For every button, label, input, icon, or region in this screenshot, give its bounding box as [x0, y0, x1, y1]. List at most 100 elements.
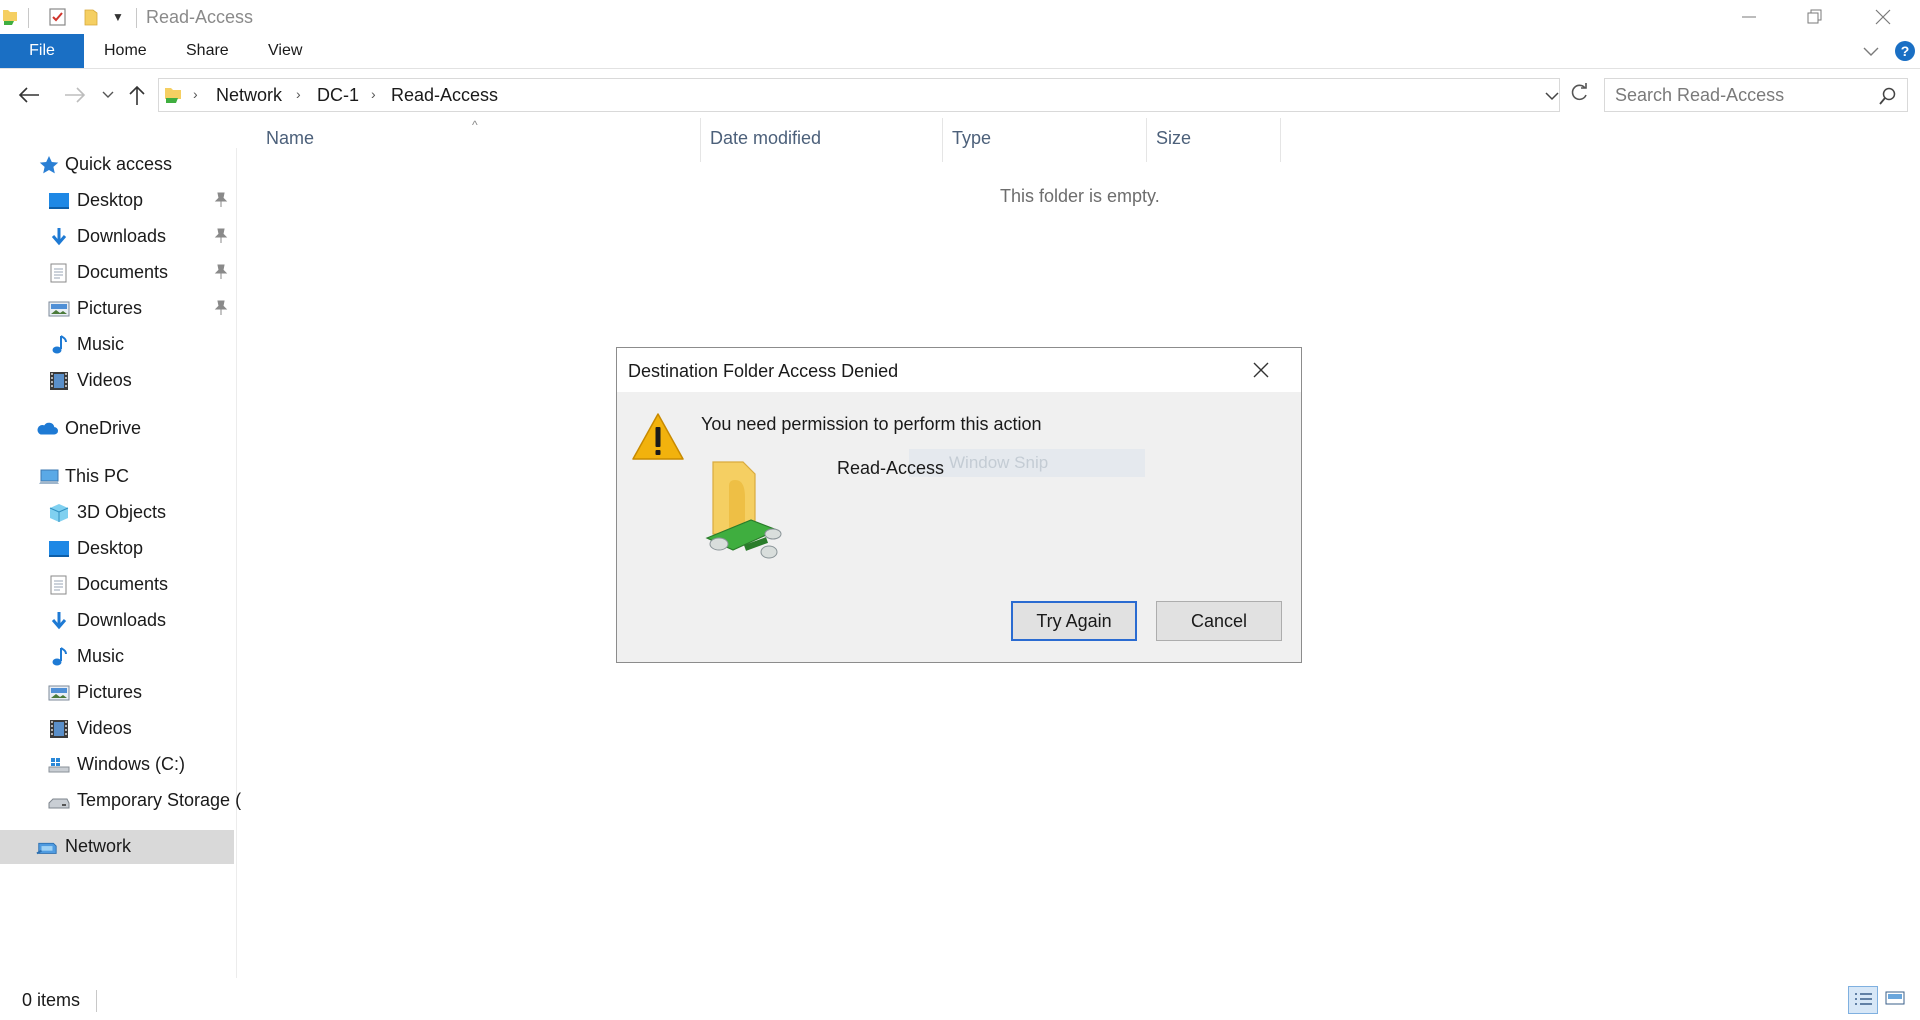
tab-home[interactable]: Home	[104, 34, 147, 68]
sidebar-item-onedrive[interactable]: OneDrive	[0, 412, 234, 446]
address-history-chevron-icon[interactable]	[1545, 91, 1559, 101]
back-arrow-icon	[18, 87, 39, 103]
close-icon	[1253, 362, 1269, 378]
column-divider[interactable]	[1146, 118, 1147, 162]
minimize-button[interactable]	[1714, 0, 1784, 34]
videos-icon	[50, 720, 68, 738]
breadcrumb-chevron-icon[interactable]: ›	[193, 86, 198, 102]
sidebar-item-label: Temporary Storage (	[77, 790, 242, 810]
warning-icon	[632, 413, 684, 460]
chevron-down-icon	[1863, 47, 1879, 56]
sidebar-item-desktop[interactable]: Desktop	[0, 184, 234, 218]
close-window-button[interactable]	[1848, 0, 1918, 34]
column-header-name[interactable]: Name	[266, 128, 314, 149]
breadcrumb-dc1[interactable]: DC-1	[317, 85, 359, 106]
large-icons-view-button[interactable]	[1882, 986, 1912, 1014]
back-button[interactable]	[14, 80, 44, 110]
pin-icon[interactable]	[214, 192, 228, 208]
network-folder-icon	[705, 461, 782, 559]
address-bar[interactable]: › Network › DC-1 › Read-Access	[158, 78, 1560, 112]
large-icons-view-icon	[1885, 991, 1905, 1005]
sidebar-item-label: Videos	[77, 370, 132, 390]
recent-locations-button[interactable]	[98, 80, 118, 110]
column-divider[interactable]	[1280, 118, 1281, 162]
details-view-icon	[1855, 993, 1872, 1005]
sidebar-item-pc-music[interactable]: Music	[0, 640, 234, 674]
computer-icon	[39, 469, 59, 484]
column-header-size[interactable]: Size	[1156, 128, 1191, 149]
empty-folder-message: This folder is empty.	[1000, 186, 1160, 206]
sidebar-item-label: Pictures	[77, 682, 143, 702]
breadcrumb-read-access[interactable]: Read-Access	[391, 85, 498, 106]
dialog-folder-name: Read-Access	[837, 458, 945, 478]
pin-icon[interactable]	[214, 300, 228, 316]
sidebar-item-pc-downloads[interactable]: Downloads	[0, 604, 234, 638]
sidebar-item-downloads[interactable]: Downloads	[0, 220, 234, 254]
music-note-icon	[52, 647, 67, 666]
help-button[interactable]: ?	[1894, 40, 1916, 62]
sidebar-item-pc-desktop[interactable]: Desktop	[0, 532, 234, 566]
up-button[interactable]	[124, 80, 150, 110]
sidebar-item-label: Quick access	[65, 154, 173, 174]
sidebar-item-documents[interactable]: Documents	[0, 256, 234, 290]
breadcrumb-chevron-icon[interactable]: ›	[371, 86, 376, 102]
cube-3d-icon	[49, 504, 69, 522]
explorer-folder-icon[interactable]	[0, 6, 20, 28]
search-input[interactable]: Search Read-Access	[1604, 78, 1908, 112]
sidebar-item-label: Documents	[77, 574, 169, 594]
new-folder-icon[interactable]	[80, 6, 102, 28]
sidebar-item-windows-c[interactable]: Windows (C:)	[0, 748, 234, 782]
windows-drive-icon	[48, 758, 70, 773]
try-again-button[interactable]: Try Again	[1011, 601, 1137, 641]
pin-icon[interactable]	[214, 264, 228, 280]
column-header-type[interactable]: Type	[952, 128, 991, 149]
sort-ascending-icon: ^	[472, 118, 478, 132]
status-item-count: 0 items	[22, 990, 81, 1010]
sidebar-item-label: Network	[65, 836, 132, 856]
sidebar-item-music[interactable]: Music	[0, 328, 234, 362]
tab-share[interactable]: Share	[186, 34, 229, 68]
sidebar-item-3d-objects[interactable]: 3D Objects	[0, 496, 234, 530]
dialog-title: Destination Folder Access Denied	[628, 361, 899, 381]
sidebar-item-pictures[interactable]: Pictures	[0, 292, 234, 326]
title-bar: ▼ Read-Access	[0, 0, 1920, 34]
star-icon	[39, 156, 59, 174]
close-icon	[1875, 9, 1891, 25]
status-separator	[96, 990, 97, 1012]
details-view-button[interactable]	[1848, 986, 1878, 1014]
sidebar-item-network[interactable]: Network	[0, 830, 234, 864]
window-title: Read-Access	[146, 7, 254, 27]
window-snip-overlay: Window Snip	[909, 449, 1145, 477]
tab-file[interactable]: File	[0, 34, 84, 68]
dialog-close-button[interactable]	[1249, 358, 1273, 382]
dialog-message: You need permission to perform this acti…	[701, 414, 1042, 434]
ribbon-tabs: File Home Share View ?	[0, 34, 1920, 69]
sidebar-item-label: Music	[77, 646, 125, 666]
customize-toolbar-chevron-icon[interactable]: ▼	[108, 6, 128, 28]
breadcrumb-chevron-icon[interactable]: ›	[296, 86, 301, 102]
properties-icon[interactable]	[46, 6, 70, 28]
refresh-button[interactable]	[1568, 82, 1594, 108]
sidebar-item-quick-access[interactable]: Quick access	[0, 148, 234, 182]
sidebar-item-label: Desktop	[77, 538, 144, 558]
navigation-row: › Network › DC-1 › Read-Access Search Re…	[0, 72, 1920, 118]
up-arrow-icon	[129, 85, 145, 105]
forward-button[interactable]	[60, 80, 90, 110]
cancel-button[interactable]: Cancel	[1156, 601, 1282, 641]
column-header-date-modified[interactable]: Date modified	[710, 128, 821, 149]
column-divider[interactable]	[700, 118, 701, 162]
restore-button[interactable]	[1780, 0, 1850, 34]
pin-icon[interactable]	[214, 228, 228, 244]
sidebar-item-label: Downloads	[77, 610, 167, 630]
sidebar-item-pc-pictures[interactable]: Pictures	[0, 676, 234, 710]
sidebar-item-label: Videos	[77, 718, 132, 738]
column-divider[interactable]	[942, 118, 943, 162]
sidebar-item-this-pc[interactable]: This PC	[0, 460, 234, 494]
sidebar-item-temporary-storage[interactable]: Temporary Storage (	[0, 784, 241, 818]
breadcrumb-network[interactable]: Network	[216, 85, 282, 106]
sidebar-item-videos[interactable]: Videos	[0, 364, 234, 398]
sidebar-item-pc-videos[interactable]: Videos	[0, 712, 234, 746]
sidebar-item-pc-documents[interactable]: Documents	[0, 568, 234, 602]
expand-ribbon-button[interactable]	[1862, 42, 1880, 60]
tab-view[interactable]: View	[268, 34, 302, 68]
